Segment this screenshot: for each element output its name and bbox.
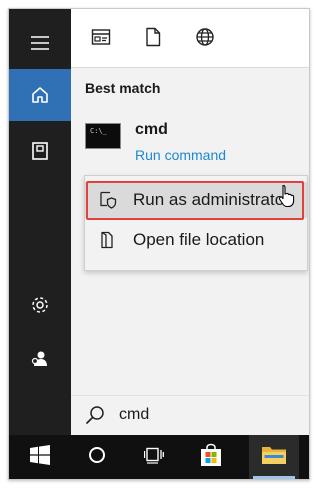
start-button[interactable] <box>15 435 65 479</box>
left-rail <box>9 9 71 435</box>
open-file-location-label: Open file location <box>133 230 265 249</box>
result-subtitle[interactable]: Run command <box>135 147 226 163</box>
result-title: cmd <box>135 121 168 138</box>
search-input[interactable]: cmd <box>119 406 149 424</box>
web-tab-icon <box>195 27 215 52</box>
windows-start-icon <box>30 444 50 470</box>
document-tab-icon <box>145 27 161 52</box>
taskbar <box>9 435 309 479</box>
settings-icon <box>30 295 50 315</box>
search-icon <box>85 405 105 430</box>
documents-icon <box>31 141 49 161</box>
file-explorer-button[interactable] <box>249 435 299 479</box>
open-file-location-item[interactable]: Open file location <box>85 222 307 258</box>
web-tab[interactable] <box>189 23 221 55</box>
documents-button[interactable] <box>9 125 71 177</box>
menu-button[interactable] <box>9 17 71 69</box>
task-view-button[interactable] <box>129 435 179 479</box>
home-icon <box>30 85 50 105</box>
store-button[interactable] <box>186 435 236 479</box>
cortana-button[interactable] <box>72 435 122 479</box>
mouse-cursor <box>278 184 296 208</box>
filter-tabs <box>71 9 309 68</box>
command-prompt-icon: C:\_ <box>85 123 121 149</box>
file-explorer-icon <box>261 444 287 471</box>
task-view-icon <box>143 446 164 469</box>
store-icon <box>199 443 223 472</box>
home-button[interactable] <box>9 69 71 121</box>
highlight-box <box>86 181 304 220</box>
cortana-icon <box>88 446 106 469</box>
search-box[interactable]: cmd <box>71 395 309 436</box>
settings-button[interactable] <box>9 279 71 331</box>
menu-icon <box>31 36 49 50</box>
best-match-label: Best match <box>85 80 161 96</box>
start-menu-window: Best match C:\_ cmd Run command Run as a… <box>8 8 310 480</box>
file-location-icon <box>99 231 117 249</box>
apps-tab[interactable] <box>85 23 117 55</box>
apps-tab-icon <box>91 28 111 51</box>
user-button[interactable] <box>9 333 71 385</box>
best-match-result[interactable]: C:\_ cmd Run command <box>77 119 303 171</box>
user-icon <box>30 349 50 369</box>
documents-tab[interactable] <box>137 23 169 55</box>
